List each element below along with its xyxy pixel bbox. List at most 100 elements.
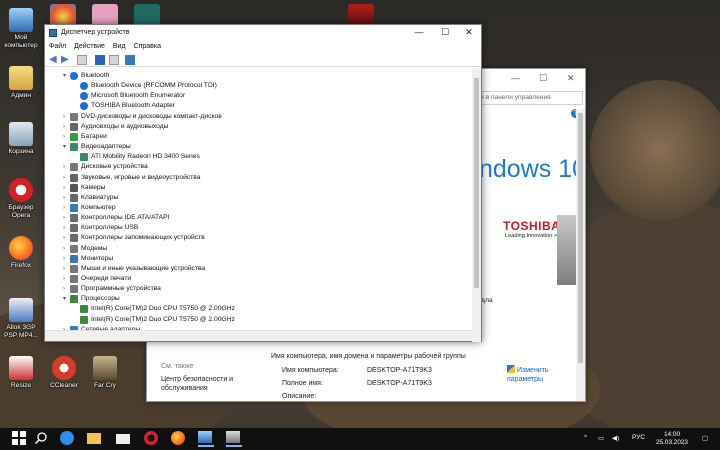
desktop-icon-ccleaner[interactable]: CCleaner bbox=[44, 356, 84, 390]
processor-icon bbox=[80, 305, 88, 314]
desktop-icon-opera[interactable]: Браузер Opera bbox=[1, 178, 41, 220]
maximize-button[interactable]: ☐ bbox=[433, 26, 457, 40]
collapsed-arrow-icon[interactable]: › bbox=[63, 244, 65, 254]
language-indicator[interactable]: РУС bbox=[632, 434, 645, 441]
expanded-arrow-icon[interactable]: ▾ bbox=[63, 294, 66, 304]
collapsed-arrow-icon[interactable]: › bbox=[63, 264, 65, 274]
bluetooth-icon bbox=[80, 92, 88, 101]
forward-arrow-icon[interactable]: ▶ bbox=[61, 55, 71, 65]
menu-action[interactable]: Действие bbox=[74, 41, 105, 53]
converter-icon bbox=[9, 298, 33, 322]
scrollbar-thumb[interactable] bbox=[474, 78, 479, 288]
device-manager-icon bbox=[49, 29, 57, 37]
collapsed-arrow-icon[interactable]: › bbox=[63, 233, 65, 243]
device-tree: ▾ Bluetooth Bluetooth Device (RFCOMM Proto… bbox=[45, 68, 473, 330]
collapsed-arrow-icon[interactable]: › bbox=[63, 223, 65, 233]
collapsed-arrow-icon[interactable]: › bbox=[63, 122, 65, 132]
device-tree-scrollbar[interactable] bbox=[472, 68, 481, 342]
mail-icon[interactable] bbox=[116, 431, 132, 447]
scrollbar-thumb[interactable] bbox=[578, 113, 583, 363]
back-arrow-icon[interactable]: ◀ bbox=[49, 55, 59, 65]
change-settings-link[interactable]: Изменить параметры bbox=[507, 365, 585, 384]
sound-icon bbox=[70, 173, 78, 182]
control-panel-icon[interactable] bbox=[198, 431, 214, 447]
processor-icon bbox=[70, 295, 78, 304]
device-label: Дисковые устройства bbox=[81, 163, 148, 171]
collapsed-arrow-icon[interactable]: › bbox=[63, 132, 65, 142]
toshiba-tagline: Leading Innovation >>> bbox=[505, 233, 564, 239]
collapsed-arrow-icon[interactable]: › bbox=[63, 183, 65, 193]
user-folder-icon bbox=[9, 66, 33, 90]
device-manager-window[interactable]: Диспетчер устройств — ☐ ✕ Файл Действие … bbox=[44, 24, 482, 342]
collapsed-arrow-icon[interactable]: › bbox=[63, 274, 65, 284]
minimize-button[interactable]: — bbox=[511, 73, 520, 83]
desktop-icon-resize[interactable]: Resize bbox=[1, 356, 41, 390]
device-label: Мониторы bbox=[81, 254, 114, 262]
desktop-icon-label: Resize bbox=[10, 382, 32, 389]
collapsed-arrow-icon[interactable]: › bbox=[63, 193, 65, 203]
menu-view[interactable]: Вид bbox=[113, 41, 126, 53]
desktop-icon-allok[interactable]: Allok 3GP PSP MP4... bbox=[1, 298, 41, 340]
clock[interactable]: 14:00 25.03.2023 bbox=[652, 431, 692, 447]
desktop-icon-farcry[interactable]: Far Cry bbox=[85, 356, 125, 390]
close-button[interactable]: ✕ bbox=[567, 73, 575, 84]
firefox-icon[interactable] bbox=[171, 431, 187, 447]
desktop-icon-label: Админ bbox=[10, 92, 32, 99]
device-label: Аудиовходы и аудиовыходы bbox=[81, 122, 169, 130]
device-label: Процессоры bbox=[81, 295, 120, 303]
see-also-heading: См. также bbox=[161, 363, 194, 370]
help-icon[interactable] bbox=[95, 55, 105, 65]
processor-icon bbox=[80, 315, 88, 324]
collapsed-arrow-icon[interactable]: › bbox=[63, 213, 65, 223]
desktop-icon-admin[interactable]: Админ bbox=[1, 66, 41, 100]
desktop-icon-recycle-bin[interactable]: Корзина bbox=[1, 122, 41, 156]
desktop-icon-firefox[interactable]: Firefox bbox=[1, 236, 41, 270]
monitor-icon[interactable] bbox=[125, 55, 135, 65]
device-manager-icon[interactable] bbox=[226, 431, 242, 447]
desktop-icon-my-computer[interactable]: Мой компьютер bbox=[1, 8, 41, 50]
collapsed-arrow-icon[interactable]: › bbox=[63, 112, 65, 122]
device-label: Компьютер bbox=[81, 203, 116, 211]
collapsed-arrow-icon[interactable]: › bbox=[63, 254, 65, 264]
firefox-icon bbox=[9, 236, 33, 260]
menu-file[interactable]: Файл bbox=[49, 41, 66, 53]
collapsed-arrow-icon[interactable]: › bbox=[63, 284, 65, 294]
volume-icon[interactable]: ◀) bbox=[612, 434, 619, 442]
device-label: Контроллеры IDE ATA/ATAPI bbox=[81, 214, 170, 222]
system-window-scrollbar[interactable] bbox=[576, 109, 585, 401]
title-bar[interactable]: Диспетчер устройств — ☐ ✕ bbox=[45, 25, 481, 41]
collapsed-arrow-icon[interactable]: › bbox=[63, 203, 65, 213]
device-label: Очереди печати bbox=[81, 275, 132, 282]
printer-icon bbox=[70, 275, 78, 283]
menu-help[interactable]: Справка bbox=[134, 41, 161, 53]
windows-10-logo: ndows 10 bbox=[479, 155, 587, 183]
network-icon[interactable]: ▭ bbox=[598, 434, 604, 442]
device-label: Microsoft Bluetooth Enumerator bbox=[91, 92, 186, 100]
minimize-button[interactable]: — bbox=[407, 26, 431, 40]
notification-icon[interactable]: ▢ bbox=[702, 434, 708, 442]
desktop-icon-label: Far Cry bbox=[94, 382, 116, 389]
close-button[interactable]: ✕ bbox=[457, 26, 481, 40]
expanded-arrow-icon[interactable]: ▾ bbox=[63, 142, 66, 152]
bluetooth-icon bbox=[80, 82, 88, 91]
clock-date: 25.03.2023 bbox=[656, 439, 688, 446]
expanded-arrow-icon[interactable]: ▾ bbox=[63, 71, 66, 81]
scan-hardware-icon[interactable] bbox=[109, 55, 119, 65]
file-explorer-icon[interactable] bbox=[87, 431, 103, 447]
properties-icon[interactable] bbox=[77, 55, 87, 65]
description-label: Описание: bbox=[282, 393, 317, 400]
collapsed-arrow-icon[interactable]: › bbox=[63, 162, 65, 172]
full-name-label: Полное имя: bbox=[282, 380, 323, 387]
tray-chevron-icon[interactable]: ^ bbox=[584, 434, 587, 441]
security-maintenance-link[interactable]: Центр безопасности и обслуживания bbox=[161, 375, 251, 393]
start-button[interactable] bbox=[12, 431, 28, 447]
control-panel-search-input[interactable]: к в панели управления bbox=[477, 91, 583, 105]
opera-icon[interactable] bbox=[144, 431, 160, 447]
collapsed-arrow-icon[interactable]: › bbox=[63, 173, 65, 183]
monitor-icon bbox=[70, 254, 78, 263]
search-icon[interactable] bbox=[34, 431, 50, 447]
device-label: DVD-дисководы и дисководы компакт-дисков bbox=[81, 112, 222, 120]
maximize-button[interactable]: ☐ bbox=[539, 73, 547, 84]
edge-icon[interactable] bbox=[60, 431, 76, 447]
window-title: Диспетчер устройств bbox=[61, 29, 130, 36]
